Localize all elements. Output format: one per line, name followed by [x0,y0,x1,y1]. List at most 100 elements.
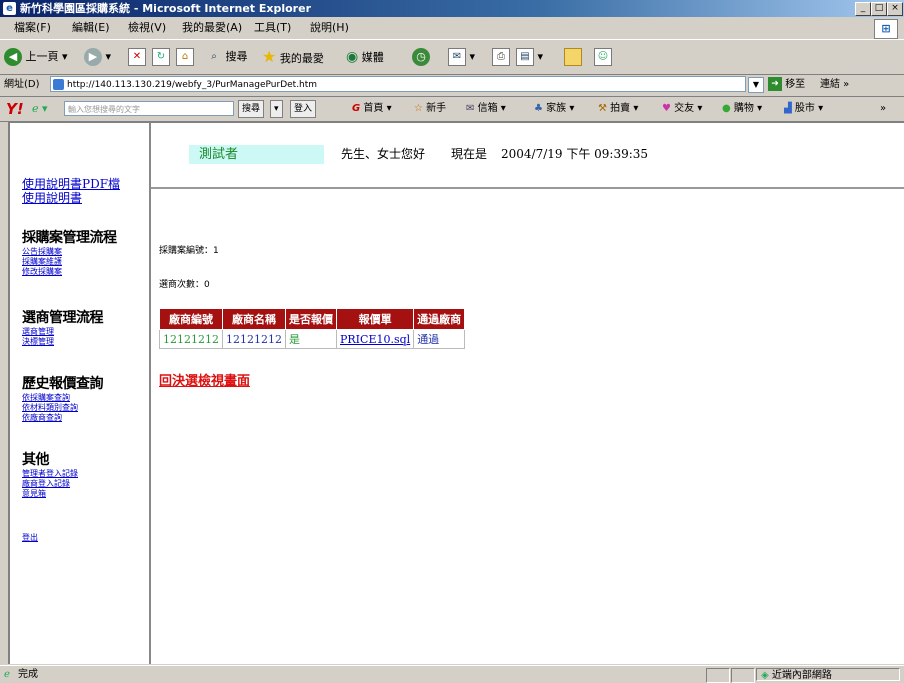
page-content: 使用說明書PDF檔 使用說明書 採購案管理流程 公告採購案 採購案維護 修改採購… [8,122,904,664]
column-header: 報價單 [335,308,415,330]
menu-help[interactable]: 說明(H) [310,18,349,38]
go-label: 移至 [785,79,806,90]
history-button[interactable]: ◷ [412,46,430,68]
print-icon: ⎙ [492,48,510,66]
page-icon [53,79,64,90]
links-label: 連結 [820,79,840,90]
window-title-bar: e 新竹科學園區採購系統 - Microsoft Internet Explor… [0,0,904,17]
folder-icon [564,48,582,66]
yahoo-item-dating[interactable]: ♥ 交友 ▾ [662,97,702,121]
forward-button[interactable]: ▶ ▾ [84,46,111,68]
table-row: 12121212 12121212 是 PRICE10.sql 通過 [159,329,466,349]
home-button[interactable]: ⌂ [176,46,194,68]
refresh-button[interactable]: ↻ [152,46,170,68]
history-icon: ◷ [412,48,430,66]
sidebar-link-logout[interactable]: 登出 [22,533,38,542]
new-icon: ☆ [414,103,423,114]
yahoo-item-new-label: 新手 [426,103,447,114]
welcome-header: 測試者 先生、女士您好 現在是 2004/7/19 下午 09:39:35 [151,123,904,189]
column-header: 廠商編號 [159,308,223,330]
vendor-id-cell: 12121212 [159,329,223,349]
standard-toolbar: ◀ 上一頁 ▾ ▶ ▾ ✕ ↻ ⌂ ⌕ 搜尋 ★ 我的最愛 ◉ 媒體 ◷ ✉ ▾… [0,39,904,75]
folder-button[interactable] [564,46,582,68]
edit-button[interactable]: ▤ ▾ [516,46,543,68]
yahoo-g-icon: G [352,103,361,114]
security-zone-label: 近端內部網路 [771,670,832,681]
address-input[interactable]: http://140.113.130.219/webfy_3/PurManage… [50,76,746,92]
yahoo-dropdown-button[interactable]: ▾ [270,100,283,118]
sidebar-link-vendor-manage[interactable]: 選商管理 [22,327,54,336]
status-bar: ℯ 完成 ◈ 近端內部網路 [0,665,904,683]
menu-tools[interactable]: 工具(T) [254,18,291,38]
sidebar-link-query-case[interactable]: 依採購案查詢 [22,393,70,402]
search-button[interactable]: ⌕ 搜尋 [206,46,247,68]
quote-file-link[interactable]: PRICE10.sql [340,333,410,346]
sidebar-manual[interactable]: 使用說明書 [22,189,82,206]
sidebar-link-announce[interactable]: 公告採購案 [22,247,62,256]
column-header: 廠商名稱 [222,308,286,330]
sidebar-link-query-vendor[interactable]: 依廠商查詢 [22,413,62,422]
sidebar-link-admin-log[interactable]: 管理者登入記錄 [22,469,78,478]
sidebar-link-maintain[interactable]: 採購案維護 [22,257,62,266]
windows-logo-icon: ⊞ [874,19,898,39]
favorites-button[interactable]: ★ 我的最愛 [262,46,324,68]
media-button[interactable]: ◉ 媒體 [346,46,384,68]
auction-icon: ⚒ [598,103,607,114]
print-button[interactable]: ⎙ [492,46,510,68]
sidebar-link-query-material[interactable]: 依材料類別查詢 [22,403,78,412]
close-button[interactable]: × [887,2,903,16]
family-icon: ♣ [534,103,543,114]
stock-chart-icon: ▟ [784,103,792,114]
address-dropdown-button[interactable]: ▼ [748,77,764,93]
shopping-icon: ● [722,103,731,114]
yahoo-search-input[interactable]: 輸入您想搜尋的文字 [64,101,234,116]
menu-favorites[interactable]: 我的最愛(A) [182,18,242,38]
menu-file[interactable]: 檔案(F) [14,18,51,38]
vendor-selection-count: 選商次數：0 [159,280,210,290]
yahoo-item-family[interactable]: ♣ 家族 ▾ [534,97,574,121]
quoted-cell: 是 [285,329,337,349]
mail-button[interactable]: ✉ ▾ [448,46,475,68]
back-to-selection-link[interactable]: 回決選檢視畫面 [159,370,250,389]
sidebar-link-award[interactable]: 決標管理 [22,337,54,346]
vendor-name-cell: 12121212 [222,329,286,349]
intranet-zone-icon: ◈ [761,670,769,681]
status-text: 完成 [18,669,38,680]
menu-view[interactable]: 檢視(V) [128,18,166,38]
maximize-button[interactable]: □ [871,2,887,16]
yahoo-item-new[interactable]: ☆ 新手 [414,97,446,121]
home-icon: ⌂ [176,48,194,66]
yahoo-item-shopping[interactable]: ● 購物 ▾ [722,97,762,121]
favorites-label: 我的最愛 [279,52,324,65]
yahoo-item-home[interactable]: G 首頁 ▾ [352,97,392,121]
refresh-icon: ↻ [152,48,170,66]
messenger-button[interactable]: ☺ [594,46,612,68]
yahoo-login-button[interactable]: 登入 [290,100,317,118]
stop-button[interactable]: ✕ [128,46,146,68]
passed-cell: 通過 [413,329,466,349]
back-button[interactable]: ◀ 上一頁 ▾ [4,46,68,68]
menu-edit[interactable]: 編輯(E) [72,18,110,38]
sidebar-link-modify[interactable]: 修改採購案 [22,267,62,276]
edit-page-icon: ▤ [516,48,534,66]
column-header: 通過廠商 [413,308,466,330]
quote-file-cell: PRICE10.sql [335,329,415,349]
address-bar: 網址(D) http://140.113.130.219/webfy_3/Pur… [0,74,904,97]
yahoo-item-mail[interactable]: ✉ 信箱 ▾ [466,97,506,121]
minimize-button[interactable]: _ [855,2,871,16]
purchase-number: 採購案編號：1 [159,246,219,256]
sidebar-link-feedback[interactable]: 意見箱 [22,489,46,498]
sidebar-section-title: 其他 [22,452,50,468]
media-icon: ◉ [346,49,359,65]
yahoo-search-button[interactable]: 搜尋 [238,100,265,118]
yahoo-more-button[interactable]: » [880,97,886,121]
sidebar-link-vendor-log[interactable]: 廠商登入記錄 [22,479,70,488]
forward-arrow-icon: ▶ [84,48,102,66]
links-button[interactable]: 連結 » [820,74,849,96]
yahoo-item-shopping-label: 購物 [733,103,754,114]
yahoo-item-stock[interactable]: ▟ 股市 ▾ [784,97,823,121]
go-button[interactable]: ➜ 移至 [768,74,805,96]
yahoo-item-auction[interactable]: ⚒ 拍賣 ▾ [598,97,638,121]
security-zone: ◈ 近端內部網路 [756,668,900,681]
mail-small-icon: ✉ [466,103,475,114]
